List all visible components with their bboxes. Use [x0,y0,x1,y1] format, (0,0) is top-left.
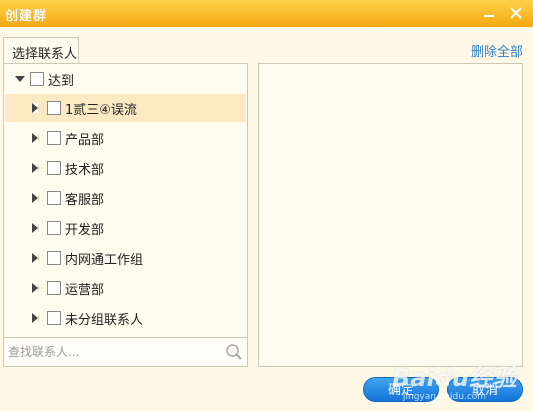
tab-select-contacts[interactable]: 选择联系人 [3,37,79,64]
tree-root[interactable]: 达到 [5,65,246,93]
tree-item[interactable]: 运营部 [5,274,246,302]
item-checkbox[interactable] [47,221,61,235]
tree-item[interactable]: 未分组联系人 [5,304,246,332]
cancel-button[interactable]: 取消 [447,377,523,402]
tree-item[interactable]: 开发部 [5,214,246,242]
window-title: 创建群 [5,9,48,24]
item-label: 技术部 [65,163,105,178]
tree-item[interactable]: 内网通工作组 [5,244,246,272]
tree-item[interactable]: 技术部 [5,154,246,182]
collapse-arrow-icon[interactable] [32,313,39,323]
search-input[interactable] [8,343,218,361]
root-checkbox[interactable] [30,72,44,86]
item-label: 产品部 [65,133,105,148]
collapse-arrow-icon[interactable] [32,283,39,293]
item-label: 运营部 [65,283,105,298]
item-checkbox[interactable] [47,311,61,325]
item-checkbox[interactable] [47,251,61,265]
collapse-arrow-icon[interactable] [32,193,39,203]
item-checkbox[interactable] [47,101,61,115]
collapse-arrow-icon[interactable] [32,133,39,143]
selected-members-panel [258,63,523,367]
item-checkbox[interactable] [47,161,61,175]
search-icon[interactable] [225,343,243,361]
title-bar[interactable]: 创建群 [0,0,533,27]
tree-item[interactable]: 产品部 [5,124,246,152]
tree-item[interactable]: 客服部 [5,184,246,212]
item-label: 内网通工作组 [65,253,144,268]
item-label: 1贰三④误流 [65,103,137,118]
expand-icon[interactable] [15,76,25,82]
tree-item[interactable]: 1贰三④误流 [5,94,246,122]
item-checkbox[interactable] [47,191,61,205]
tab-label: 选择联系人 [12,47,78,62]
collapse-arrow-icon[interactable] [32,103,39,113]
search-bar [4,337,247,366]
collapse-arrow-icon[interactable] [32,163,39,173]
item-label: 未分组联系人 [65,313,144,328]
contact-tree-panel: 达到 1贰三④误流 产品部 技术部 客服部 开发部 内网通工作组 运营部 未分组… [3,63,248,367]
item-label: 客服部 [65,193,105,208]
item-checkbox[interactable] [47,131,61,145]
minimize-button[interactable] [478,3,500,23]
create-group-dialog: 创建群 选择联系人 删除全部 达到 1贰三④误流 产品部 技术部 客服部 开发部… [0,0,533,411]
item-label: 开发部 [65,223,105,238]
minimize-icon [484,15,494,17]
close-button[interactable] [505,3,527,23]
item-checkbox[interactable] [47,281,61,295]
root-label: 达到 [48,74,75,89]
ok-button[interactable]: 确定 [363,377,439,402]
collapse-arrow-icon[interactable] [32,223,39,233]
collapse-arrow-icon[interactable] [32,253,39,263]
delete-all-link[interactable]: 删除全部 [471,41,523,60]
close-icon [510,7,522,19]
